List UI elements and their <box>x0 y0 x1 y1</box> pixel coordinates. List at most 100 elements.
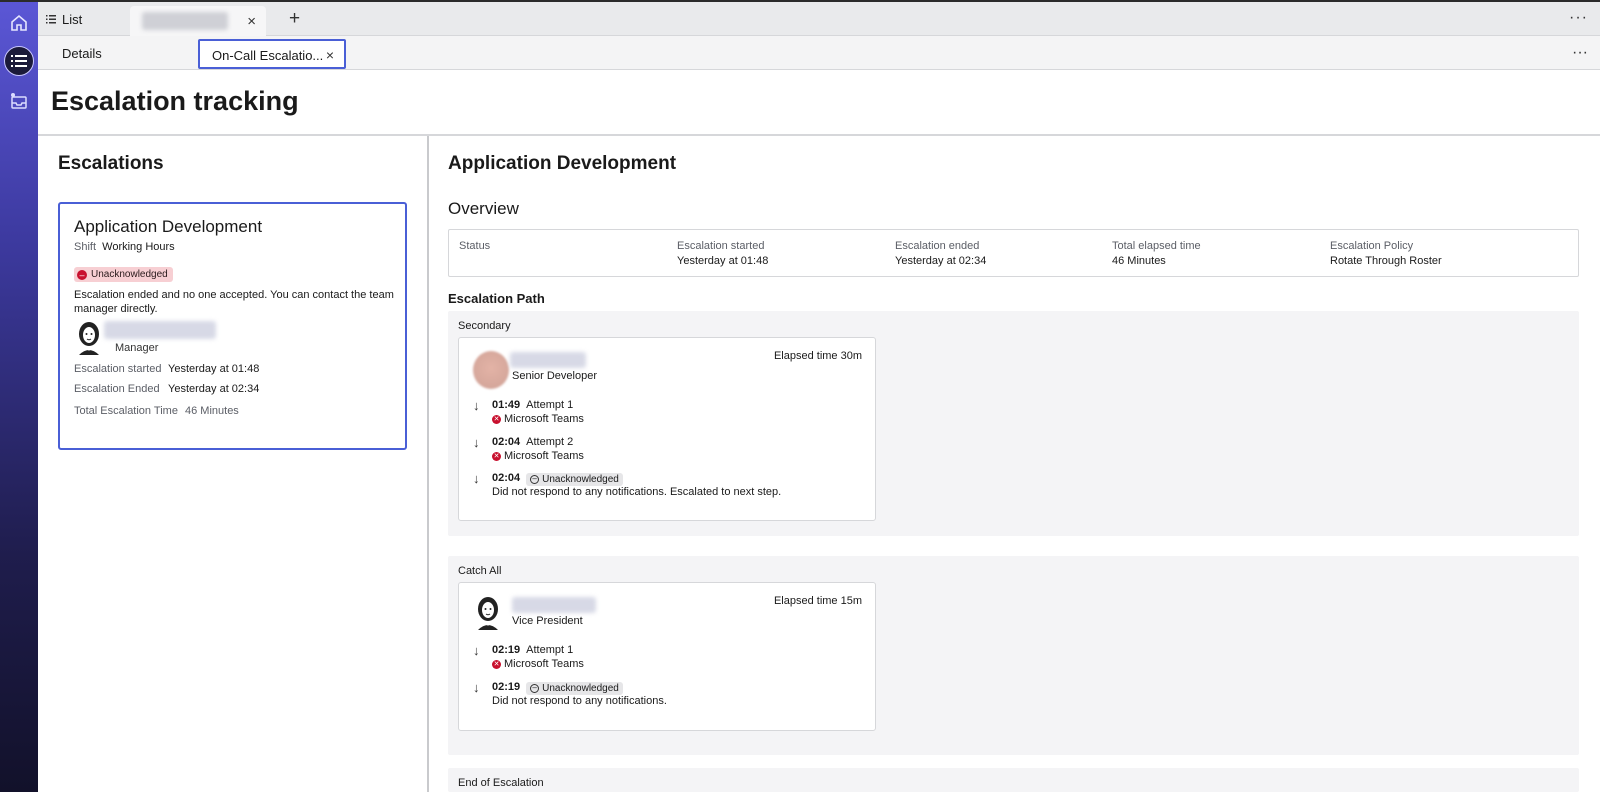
overview-label: Escalation started <box>677 240 765 252</box>
x-circle-icon: ✕ <box>492 451 501 461</box>
arrow-down-icon: ↓ <box>473 398 480 413</box>
overview-label: Total elapsed time <box>1112 240 1201 252</box>
total-escalation-time-row: Total Escalation Time 46 Minutes <box>74 405 239 417</box>
step-label: Secondary <box>458 320 511 332</box>
avatar <box>475 596 501 635</box>
detail-title: Application Development <box>448 153 677 174</box>
arrow-down-icon: ↓ <box>473 471 480 486</box>
escalation-started-label: Escalation started <box>74 363 162 375</box>
attempt-channel: Microsoft Teams <box>504 658 584 670</box>
overview-escalation-policy: Escalation Policy Rotate Through Roster <box>1330 240 1442 267</box>
escalation-started-value: Yesterday at 01:48 <box>168 363 260 375</box>
status-badge-label: Unacknowledged <box>542 473 619 485</box>
overview-label: Status <box>459 240 491 252</box>
overview-escalation-ended: Escalation ended Yesterday at 02:34 <box>895 240 986 267</box>
attempt-time: 02:19 <box>492 681 521 693</box>
responder-card: Senior Developer Elapsed time 30m ↓ 01:4… <box>458 337 876 521</box>
tab-on-call-escalation[interactable]: On-Call Escalatio... × <box>198 39 346 69</box>
attempt-channel: Microsoft Teams <box>504 450 584 462</box>
tab-on-call-escalation-label: On-Call Escalatio... <box>212 48 324 63</box>
overview-escalation-started: Escalation started Yesterday at 01:48 <box>677 240 768 267</box>
minus-circle-icon: – <box>77 269 87 280</box>
step-label: End of Escalation <box>458 777 544 789</box>
list-icon <box>46 15 56 24</box>
redacted-manager-name <box>104 321 216 339</box>
overview-status: Status <box>459 240 490 255</box>
arrow-down-icon: ↓ <box>473 643 480 658</box>
escalation-step: Catch All Vice President Elapsed time 15… <box>448 556 1579 755</box>
status-badge: – Unacknowledged <box>526 472 623 486</box>
list-icon <box>11 55 27 67</box>
escalation-card-title: Application Development <box>74 217 263 236</box>
minus-circle-icon: – <box>530 474 540 484</box>
status-badge: – Unacknowledged <box>526 681 623 695</box>
shift-info: Shift Working Hours <box>74 241 175 253</box>
list-nav-button[interactable] <box>4 46 34 76</box>
total-escalation-time-value: 46 Minutes <box>185 405 239 417</box>
escalation-card[interactable]: Application Development Shift Working Ho… <box>58 202 407 450</box>
redacted-responder-name <box>510 352 586 368</box>
inbox-icon <box>11 93 27 109</box>
attempt-note: Did not respond to any notifications. <box>492 695 667 707</box>
escalation-ended-row: Escalation Ended Yesterday at 02:34 <box>74 383 259 395</box>
attempt-time: 01:49 <box>492 399 521 411</box>
attempt-time: 02:04 <box>492 472 521 484</box>
status-badge: – Unacknowledged <box>74 267 173 282</box>
escalation-started-row: Escalation started Yesterday at 01:48 <box>74 363 259 375</box>
overview-total-elapsed: Total elapsed time 46 Minutes <box>1112 240 1201 267</box>
tab-details[interactable]: Details <box>62 46 102 61</box>
add-tab-button[interactable]: + <box>289 8 300 30</box>
responder-role: Senior Developer <box>512 370 597 382</box>
status-badge-label: Unacknowledged <box>91 269 168 280</box>
tab-list[interactable]: List <box>46 12 82 27</box>
redacted-responder-name <box>512 597 596 613</box>
close-icon[interactable]: × <box>247 13 256 30</box>
escalation-step: Secondary Senior Developer Elapsed time … <box>448 311 1579 536</box>
attempt-title: Attempt 2 <box>526 436 574 448</box>
more-options-icon[interactable]: ··· <box>1569 9 1588 27</box>
tab-list-label: List <box>62 12 83 27</box>
sub-tab-bar: Details On-Call Escalatio... × ··· <box>38 36 1600 70</box>
shift-value: Working Hours <box>102 241 175 253</box>
elapsed-time: Elapsed time 30m <box>773 350 862 362</box>
close-icon[interactable]: × <box>326 47 334 63</box>
attempt-note: Did not respond to any notifications. Es… <box>492 486 782 498</box>
overview-value: 46 Minutes <box>1112 255 1166 267</box>
arrow-down-icon: ↓ <box>473 680 480 695</box>
attempt-title: Attempt 1 <box>526 644 574 656</box>
redacted-tab-title <box>142 12 228 30</box>
overview-value: Rotate Through Roster <box>1330 255 1442 267</box>
more-options-icon[interactable]: ··· <box>1572 44 1588 62</box>
overview-panel: Status Escalation started Yesterday at 0… <box>448 229 1579 277</box>
step-label: Catch All <box>458 565 502 577</box>
page-title: Escalation tracking <box>51 86 299 116</box>
top-tab-bar: List × + ··· <box>38 2 1600 36</box>
tab-record[interactable]: × <box>130 6 266 36</box>
minus-circle-icon: – <box>530 683 540 693</box>
avatar <box>76 321 102 360</box>
total-escalation-time-label: Total Escalation Time <box>74 405 178 417</box>
overview-value: Yesterday at 02:34 <box>895 255 987 267</box>
escalation-ended-label: Escalation Ended <box>74 383 160 395</box>
escalation-path-heading: Escalation Path <box>448 291 545 306</box>
home-button[interactable] <box>4 8 34 38</box>
elapsed-time: Elapsed time 15m <box>773 595 862 607</box>
inbox-button[interactable] <box>4 86 34 116</box>
status-badge-label: Unacknowledged <box>542 682 619 694</box>
nav-rail <box>0 0 1600 792</box>
manager-role: Manager <box>115 342 159 354</box>
attempt-time: 02:19 <box>492 644 521 656</box>
attempt-channel: Microsoft Teams <box>504 413 584 425</box>
responder-role: Vice President <box>512 615 583 627</box>
x-circle-icon: ✕ <box>492 414 501 424</box>
x-circle-icon: ✕ <box>492 659 501 669</box>
escalations-pane: Escalations Application Development Shif… <box>38 136 427 792</box>
avatar <box>473 351 509 389</box>
arrow-down-icon: ↓ <box>473 435 480 450</box>
escalation-step-end: End of Escalation <box>448 768 1579 792</box>
attempt-time: 02:04 <box>492 436 521 448</box>
responder-card: Vice President Elapsed time 15m ↓ 02:19 A… <box>458 582 876 731</box>
escalations-heading: Escalations <box>58 153 164 174</box>
escalation-message: Escalation ended and no one accepted. Yo… <box>74 289 394 315</box>
home-icon <box>11 14 27 31</box>
